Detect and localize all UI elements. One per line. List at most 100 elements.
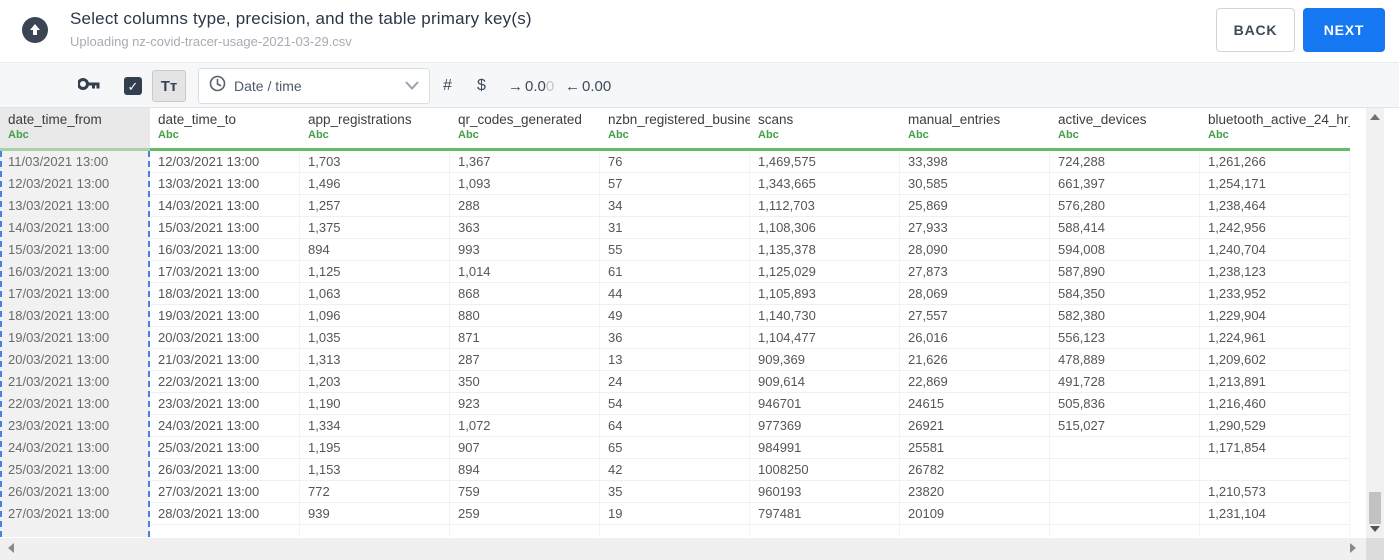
table-cell[interactable]: 16/03/2021 13:00 [0,261,150,283]
table-cell[interactable]: 1,104,477 [750,327,900,349]
table-cell[interactable]: 1,469,575 [750,151,900,173]
primary-key-button[interactable] [77,63,100,109]
table-cell[interactable]: 76 [600,151,750,173]
table-cell[interactable]: 13/03/2021 13:00 [150,173,300,195]
table-cell[interactable]: 19/03/2021 13:00 [0,327,150,349]
column-header-app_registrations[interactable]: app_registrations Abc [300,108,450,148]
table-cell[interactable]: 11/03/2021 13:00 [0,151,150,173]
table-cell[interactable]: 1,242,956 [1200,217,1350,239]
currency-type-button[interactable]: $ [477,77,486,95]
include-column-checkbox[interactable]: ✓ [124,77,142,95]
column-header-qr_codes_generated[interactable]: qr_codes_generated Abc [450,108,600,148]
table-cell[interactable]: 1,216,460 [1200,393,1350,415]
table-cell[interactable]: 871 [450,327,600,349]
table-cell[interactable]: 1,063 [300,283,450,305]
table-cell[interactable]: 1,153 [300,459,450,481]
table-cell[interactable] [1050,525,1200,537]
table-cell[interactable]: 23/03/2021 13:00 [150,393,300,415]
table-cell[interactable]: 61 [600,261,750,283]
increase-precision-button[interactable]: → 0.0 0 [508,63,554,109]
table-cell[interactable]: 1,112,703 [750,195,900,217]
table-cell[interactable]: 25/03/2021 13:00 [0,459,150,481]
scroll-left-icon[interactable] [8,543,14,553]
table-cell[interactable]: 21/03/2021 13:00 [150,349,300,371]
table-cell[interactable]: 1,209,602 [1200,349,1350,371]
table-cell[interactable]: 1,190 [300,393,450,415]
column-header-scans[interactable]: scans Abc [750,108,900,148]
number-type-button[interactable]: # [443,77,452,95]
table-cell[interactable]: 1,072 [450,415,600,437]
table-cell[interactable]: 25581 [900,437,1050,459]
table-cell[interactable] [1050,481,1200,503]
table-cell[interactable]: 22/03/2021 13:00 [0,393,150,415]
table-cell[interactable] [300,525,450,537]
text-type-button[interactable]: Tᴛ [152,70,186,102]
table-cell[interactable]: 772 [300,481,450,503]
decrease-precision-button[interactable]: ← 0.00 [565,63,611,109]
table-cell[interactable] [1050,437,1200,459]
table-cell[interactable]: 363 [450,217,600,239]
table-cell[interactable]: 26/03/2021 13:00 [0,481,150,503]
table-cell[interactable]: 26/03/2021 13:00 [150,459,300,481]
column-header-date_time_to[interactable]: date_time_to Abc [150,108,300,148]
table-cell[interactable]: 64 [600,415,750,437]
scroll-right-icon[interactable] [1350,543,1356,553]
table-cell[interactable]: 984991 [750,437,900,459]
table-cell[interactable]: 907 [450,437,600,459]
table-cell[interactable] [1200,459,1350,481]
table-cell[interactable]: 27,873 [900,261,1050,283]
table-cell[interactable]: 1,231,104 [1200,503,1350,525]
table-cell[interactable]: 26,016 [900,327,1050,349]
table-cell[interactable]: 42 [600,459,750,481]
table-cell[interactable]: 15/03/2021 13:00 [0,239,150,261]
table-cell[interactable]: 23/03/2021 13:00 [0,415,150,437]
table-cell[interactable]: 478,889 [1050,349,1200,371]
table-cell[interactable]: 724,288 [1050,151,1200,173]
table-cell[interactable]: 894 [450,459,600,481]
table-cell[interactable]: 894 [300,239,450,261]
table-cell[interactable]: 1,261,266 [1200,151,1350,173]
horizontal-scrollbar[interactable] [0,538,1366,560]
table-cell[interactable]: 1,233,952 [1200,283,1350,305]
table-cell[interactable] [900,525,1050,537]
column-header-nzbn_registered_busine[interactable]: nzbn_registered_busine Abc [600,108,750,148]
table-cell[interactable]: 977369 [750,415,900,437]
table-cell[interactable]: 18/03/2021 13:00 [150,283,300,305]
table-cell[interactable]: 259 [450,503,600,525]
table-cell[interactable]: 31 [600,217,750,239]
table-cell[interactable]: 1,313 [300,349,450,371]
table-cell[interactable]: 584,350 [1050,283,1200,305]
table-cell[interactable]: 960193 [750,481,900,503]
vertical-scrollbar-thumb[interactable] [1369,492,1381,524]
table-cell[interactable]: 18/03/2021 13:00 [0,305,150,327]
table-cell[interactable]: 24/03/2021 13:00 [150,415,300,437]
column-header-bluetooth_active_24_hr_[interactable]: bluetooth_active_24_hr_ Abc [1200,108,1350,148]
table-cell[interactable]: 556,123 [1050,327,1200,349]
table-cell[interactable]: 24 [600,371,750,393]
table-cell[interactable]: 19 [600,503,750,525]
column-header-date_time_from[interactable]: date_time_from Abc [0,108,150,148]
table-cell[interactable] [1050,459,1200,481]
table-cell[interactable]: 17/03/2021 13:00 [150,261,300,283]
table-cell[interactable]: 22,869 [900,371,1050,393]
table-cell[interactable]: 1,014 [450,261,600,283]
vertical-scrollbar[interactable] [1366,108,1384,538]
table-cell[interactable]: 797481 [750,503,900,525]
table-cell[interactable]: 594,008 [1050,239,1200,261]
table-cell[interactable]: 12/03/2021 13:00 [0,173,150,195]
table-cell[interactable]: 20109 [900,503,1050,525]
table-cell[interactable]: 36 [600,327,750,349]
table-cell[interactable]: 54 [600,393,750,415]
table-cell[interactable] [1050,503,1200,525]
table-cell[interactable]: 23820 [900,481,1050,503]
table-cell[interactable]: 491,728 [1050,371,1200,393]
table-cell[interactable]: 27,933 [900,217,1050,239]
table-cell[interactable]: 19/03/2021 13:00 [150,305,300,327]
table-cell[interactable]: 21/03/2021 13:00 [0,371,150,393]
table-cell[interactable]: 1,290,529 [1200,415,1350,437]
table-cell[interactable]: 21,626 [900,349,1050,371]
table-cell[interactable]: 1,496 [300,173,450,195]
table-cell[interactable]: 55 [600,239,750,261]
table-cell[interactable]: 28/03/2021 13:00 [150,503,300,525]
table-cell[interactable]: 923 [450,393,600,415]
